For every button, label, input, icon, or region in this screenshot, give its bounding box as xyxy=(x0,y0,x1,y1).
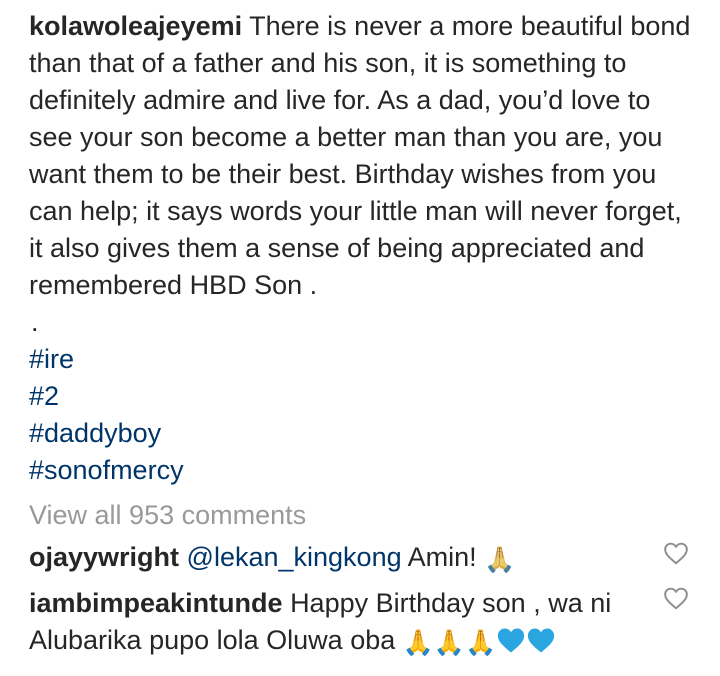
comment-text: Amin! xyxy=(407,542,477,572)
caption-separator: . xyxy=(31,307,39,337)
blue-heart-icon xyxy=(528,628,555,653)
comment-item: iambimpeakintunde Happy Birthday son , w… xyxy=(29,585,629,659)
hashtag-2[interactable]: #2 xyxy=(29,378,699,415)
praying-hands-emoji: 🙏 xyxy=(465,629,497,657)
hashtag-ire[interactable]: #ire xyxy=(29,341,699,378)
blue-heart-icon xyxy=(498,628,525,653)
hashtag-sonofmercy[interactable]: #sonofmercy xyxy=(29,452,699,489)
praying-hands-emoji: 🙏 xyxy=(402,629,434,657)
hashtag-daddyboy[interactable]: #daddyboy xyxy=(29,415,699,452)
heart-outline-icon[interactable] xyxy=(663,541,689,565)
comment-item: ojayywright @lekan_kingkong Amin! 🙏 xyxy=(29,539,629,576)
comment-mention[interactable]: @lekan_kingkong xyxy=(187,542,402,572)
view-all-comments-link[interactable]: View all 953 comments xyxy=(29,497,306,534)
caption-body: kolawoleajeyemi There is never a more be… xyxy=(29,8,699,304)
comment-username[interactable]: ojayywright xyxy=(29,542,179,572)
praying-hands-emoji: 🙏 xyxy=(484,546,516,574)
post-username[interactable]: kolawoleajeyemi xyxy=(29,11,242,41)
heart-outline-icon[interactable] xyxy=(663,586,689,610)
praying-hands-emoji: 🙏 xyxy=(433,629,466,657)
comment-username[interactable]: iambimpeakintunde xyxy=(29,588,283,618)
post-caption: kolawoleajeyemi There is never a more be… xyxy=(29,8,699,489)
caption-text: There is never a more beautiful bond tha… xyxy=(29,11,691,300)
